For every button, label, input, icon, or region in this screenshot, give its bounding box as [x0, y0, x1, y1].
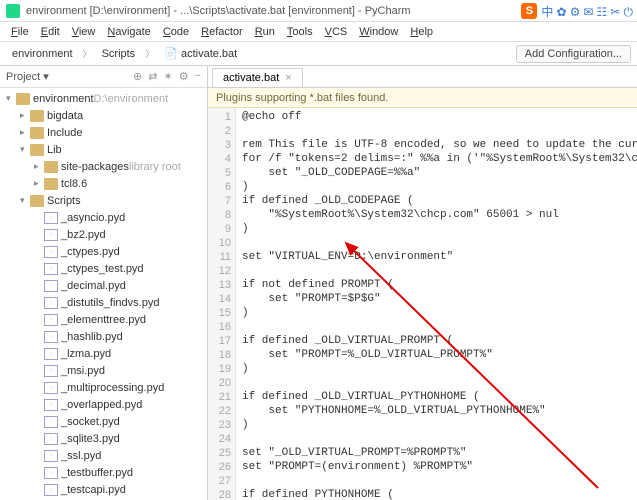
menu-run[interactable]: Run	[250, 24, 280, 40]
tree-node-_sqlite3.pyd[interactable]: _sqlite3.pyd	[0, 430, 207, 447]
sidebar-tool-icon[interactable]: ⊕	[133, 70, 142, 83]
sidebar-tool-icon[interactable]: ✶	[163, 70, 172, 83]
system-tray: S 中 ✿ ⚙ ✉ ☷ ✂ ⏻	[521, 0, 633, 22]
tree-node-Lib[interactable]: ▾Lib	[0, 141, 207, 158]
tray-icon[interactable]: ✉	[583, 5, 593, 19]
menu-vcs[interactable]: VCS	[320, 24, 353, 40]
project-tree[interactable]: ▾environment D:\environment▸bigdata▸Incl…	[0, 88, 207, 500]
tree-node-_socket.pyd[interactable]: _socket.pyd	[0, 413, 207, 430]
menu-refactor[interactable]: Refactor	[196, 24, 248, 40]
plugin-banner: Plugins supporting *.bat files found. In…	[208, 88, 637, 108]
tray-icon[interactable]: 中	[541, 5, 553, 19]
menu-bar[interactable]: FileEditViewNavigateCodeRefactorRunTools…	[0, 22, 637, 42]
banner-text: Plugins supporting *.bat files found.	[216, 92, 388, 104]
tree-node-Scripts[interactable]: ▾Scripts	[0, 192, 207, 209]
nav-row: environment〉Scripts〉📄 activate.bat Add C…	[0, 42, 637, 66]
app-icon	[6, 4, 20, 18]
close-icon[interactable]: ×	[285, 72, 291, 84]
tray-icon[interactable]: ⏻	[624, 5, 634, 19]
project-sidebar: Project ▾ ⊕ ⇄ ✶ ⚙− ▾environment D:\environm…	[0, 66, 208, 500]
tree-node-tcl8.6[interactable]: ▸tcl8.6	[0, 175, 207, 192]
tray-icon[interactable]: ✿	[556, 5, 566, 19]
tree-node-_msi.pyd[interactable]: _msi.pyd	[0, 362, 207, 379]
editor-area: activate.bat × Plugins supporting *.bat …	[208, 66, 637, 500]
sidebar-tool-icon[interactable]: ⇄	[148, 70, 157, 83]
tree-node-_overlapped.pyd[interactable]: _overlapped.pyd	[0, 396, 207, 413]
tree-node-Include[interactable]: ▸Include	[0, 124, 207, 141]
menu-edit[interactable]: Edit	[36, 24, 65, 40]
tree-node-_elementtree.pyd[interactable]: _elementtree.pyd	[0, 311, 207, 328]
tree-node-site-packages[interactable]: ▸site-packages library root	[0, 158, 207, 175]
project-header[interactable]: Project ▾ ⊕ ⇄ ✶ ⚙−	[0, 66, 207, 88]
add-configuration-button[interactable]: Add Configuration...	[516, 45, 631, 63]
tree-node-_ctypes.pyd[interactable]: _ctypes.pyd	[0, 243, 207, 260]
code-editor[interactable]: 1234567891011121314151617181920212223242…	[208, 108, 637, 500]
menu-tools[interactable]: Tools	[282, 24, 318, 40]
menu-window[interactable]: Window	[354, 24, 403, 40]
menu-help[interactable]: Help	[405, 24, 438, 40]
tree-node-environment[interactable]: ▾environment D:\environment	[0, 90, 207, 107]
window-title: environment [D:\environment] - ...\Scrip…	[26, 5, 411, 17]
tree-node-bigdata[interactable]: ▸bigdata	[0, 107, 207, 124]
tree-node-_testbuffer.pyd[interactable]: _testbuffer.pyd	[0, 464, 207, 481]
crumb-environment[interactable]: environment	[6, 45, 79, 63]
tree-node-_lzma.pyd[interactable]: _lzma.pyd	[0, 345, 207, 362]
tree-node-_multiprocessing.pyd[interactable]: _multiprocessing.pyd	[0, 379, 207, 396]
crumb-activate.bat[interactable]: 📄 activate.bat	[158, 44, 243, 63]
tree-node-_decimal.pyd[interactable]: _decimal.pyd	[0, 277, 207, 294]
breadcrumb[interactable]: environment〉Scripts〉📄 activate.bat	[6, 44, 243, 63]
sidebar-tool-icon[interactable]: ⚙	[179, 70, 189, 83]
tray-icon[interactable]: ☷	[597, 5, 608, 19]
editor-tabs[interactable]: activate.bat ×	[208, 66, 637, 88]
line-gutter: 1234567891011121314151617181920212223242…	[208, 108, 236, 500]
tree-node-_testcapi.pyd[interactable]: _testcapi.pyd	[0, 481, 207, 498]
tree-node-_ssl.pyd[interactable]: _ssl.pyd	[0, 447, 207, 464]
crumb-Scripts[interactable]: Scripts	[96, 45, 142, 63]
menu-file[interactable]: File	[6, 24, 34, 40]
sidebar-tool-icon[interactable]: −	[195, 70, 201, 83]
tree-node-_ctypes_test.pyd[interactable]: _ctypes_test.pyd	[0, 260, 207, 277]
tab-label: activate.bat	[223, 72, 279, 84]
code-content[interactable]: @echo off rem This file is UTF-8 encoded…	[236, 108, 637, 500]
ime-icon[interactable]: S	[521, 3, 537, 19]
menu-navigate[interactable]: Navigate	[102, 24, 155, 40]
menu-view[interactable]: View	[67, 24, 101, 40]
tab-activate-bat[interactable]: activate.bat ×	[212, 68, 303, 87]
tray-icon[interactable]: ✂	[610, 5, 620, 19]
tree-node-_distutils_findvs.pyd[interactable]: _distutils_findvs.pyd	[0, 294, 207, 311]
tree-node-_asyncio.pyd[interactable]: _asyncio.pyd	[0, 209, 207, 226]
project-header-label: Project ▾	[6, 70, 49, 83]
menu-code[interactable]: Code	[158, 24, 194, 40]
tree-node-_hashlib.pyd[interactable]: _hashlib.pyd	[0, 328, 207, 345]
tray-icon[interactable]: ⚙	[570, 5, 581, 19]
tree-node-_bz2.pyd[interactable]: _bz2.pyd	[0, 226, 207, 243]
